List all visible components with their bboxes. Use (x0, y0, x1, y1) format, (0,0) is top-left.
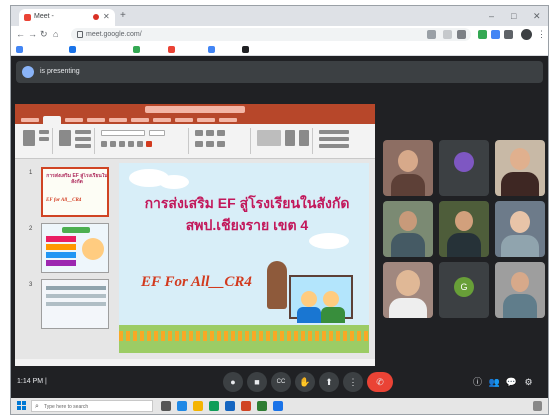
bookmark-item[interactable] (242, 45, 282, 54)
close-window-button[interactable]: ✕ (533, 10, 541, 22)
meet-favicon-icon (24, 14, 31, 21)
participant-name (442, 186, 486, 193)
url-text: meet.google.com/ (86, 31, 142, 38)
participant-tile[interactable] (495, 140, 545, 196)
new-tab-button[interactable]: + (120, 10, 126, 22)
extensions-puzzle-icon[interactable] (504, 30, 513, 39)
extension-icon[interactable] (491, 30, 500, 39)
participant-name (498, 186, 542, 193)
participant-tile[interactable]: G (439, 262, 489, 318)
participant-name (386, 247, 430, 254)
word-icon[interactable] (225, 401, 235, 411)
participant-tile[interactable] (439, 140, 489, 196)
participant-tile[interactable] (439, 201, 489, 257)
bookmark-star-icon[interactable] (443, 30, 452, 39)
lock-icon (77, 31, 83, 38)
search-icon: ⌕ (35, 403, 39, 410)
browser-toolbar: ← → ↻ ⌂ meet.google.com/ ⋮ (11, 26, 548, 43)
raise-hand-icon[interactable]: ✋ (295, 372, 315, 392)
chat-icon[interactable]: 💬 (505, 376, 518, 389)
end-call-icon[interactable]: ✆ (367, 372, 393, 392)
bookmark-favicon-icon (16, 46, 23, 53)
bookmark-favicon-icon (133, 46, 140, 53)
participant-tile[interactable] (383, 262, 433, 318)
people-icon[interactable]: 👥 (488, 376, 501, 389)
tab-title: Meet - (34, 13, 54, 20)
recording-indicator-icon (93, 14, 99, 20)
bookmark-item[interactable] (16, 45, 64, 54)
bookmark-favicon-icon (242, 46, 249, 53)
participant-name (386, 186, 430, 193)
bookmark-item[interactable] (133, 45, 165, 54)
taskbar-app-icon[interactable] (273, 401, 283, 411)
bookmark-item[interactable] (168, 45, 204, 54)
browser-menu-icon[interactable]: ⋮ (537, 28, 546, 40)
mic-icon[interactable]: ● (223, 372, 243, 392)
participant-avatar: G (454, 277, 474, 297)
camera-icon[interactable]: ■ (247, 372, 267, 392)
more-options-icon[interactable]: ⋮ (343, 372, 363, 392)
tab-close-icon[interactable]: ✕ (103, 12, 110, 22)
home-icon[interactable]: ⌂ (53, 29, 58, 40)
captions-icon[interactable]: CC (271, 372, 291, 392)
windows-taskbar: ⌕ Type here to search (11, 398, 548, 414)
participant-name (498, 308, 542, 315)
powerpoint-icon[interactable] (241, 401, 251, 411)
participant-tile[interactable] (383, 201, 433, 257)
excel-icon[interactable] (257, 401, 267, 411)
forward-icon[interactable]: → (28, 29, 37, 40)
tab-meet[interactable]: Meet - ✕ (19, 9, 115, 26)
youtube-icon (168, 46, 175, 53)
extension-icon[interactable] (478, 30, 487, 39)
participant-name (498, 247, 542, 254)
address-bar[interactable]: meet.google.com/ (71, 28, 471, 41)
info-icon[interactable]: ⓘ (471, 376, 484, 389)
file-explorer-icon[interactable] (193, 401, 203, 411)
participant-tile[interactable] (495, 201, 545, 257)
share-icon[interactable] (427, 30, 436, 39)
profile-avatar[interactable] (521, 29, 532, 40)
taskbar-search-input[interactable]: ⌕ Type here to search (31, 400, 153, 412)
participant-name (442, 308, 486, 315)
task-view-icon[interactable] (161, 401, 171, 411)
back-icon[interactable]: ← (16, 29, 25, 40)
participant-tile[interactable] (383, 140, 433, 196)
minimize-button[interactable]: – (489, 10, 494, 22)
bookmark-favicon-icon (69, 46, 76, 53)
browser-window: Meet - ✕ + – □ ✕ ← → ↻ ⌂ meet.google.com… (10, 5, 549, 415)
participant-name (386, 308, 430, 315)
camera-blocked-icon[interactable] (457, 30, 466, 39)
bookmark-favicon-icon (208, 46, 215, 53)
bookmarks-bar (11, 43, 548, 56)
chrome-icon[interactable] (209, 401, 219, 411)
meeting-clock: 1:14 PM | (17, 378, 47, 385)
edge-icon[interactable] (177, 401, 187, 411)
participant-tile[interactable] (495, 262, 545, 318)
activities-icon[interactable]: ⚙ (522, 376, 535, 389)
participant-name (442, 247, 486, 254)
participant-grid: G (11, 56, 548, 398)
tab-strip: Meet - ✕ + – □ ✕ (11, 6, 548, 26)
maximize-button[interactable]: □ (511, 10, 516, 22)
meet-stage: is presenting 1 การส่งเสริม EF สู่โรงเรี… (11, 56, 548, 398)
bookmark-item[interactable] (208, 45, 238, 54)
windows-start-icon[interactable] (17, 401, 27, 411)
reload-icon[interactable]: ↻ (40, 29, 48, 40)
present-icon[interactable]: ⬆ (319, 372, 339, 392)
meet-controls-bar: 1:14 PM | ● ■ CC ✋ ⬆ ⋮ ✆ ⓘ 👥 💬 ⚙ (11, 367, 548, 398)
notifications-icon[interactable] (533, 401, 542, 411)
bookmark-item[interactable] (69, 45, 129, 54)
